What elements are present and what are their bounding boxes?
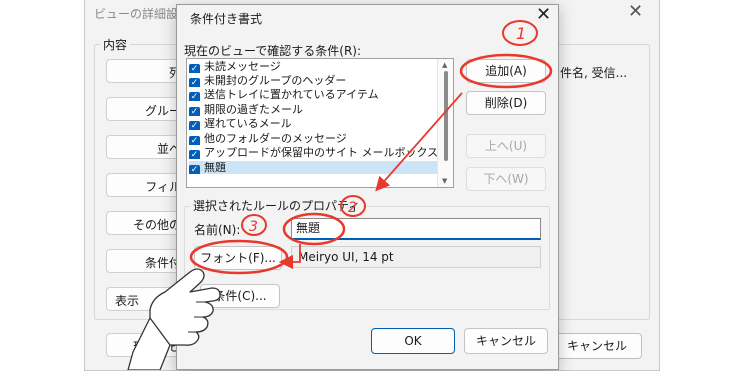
- scroll-thumb[interactable]: [444, 71, 448, 161]
- checkbox-checked-icon[interactable]: ✓: [189, 107, 200, 116]
- checkbox-checked-icon[interactable]: ✓: [189, 121, 200, 130]
- name-label: 名前(N):: [194, 223, 241, 237]
- delete-button[interactable]: 削除(D): [466, 91, 546, 115]
- conditions-list[interactable]: ✓ 未読メッセージ ✓ 未開封のグループのヘッダー ✓ 送信トレイに置かれているアイテ…: [186, 58, 454, 188]
- conditions-list-label: 現在のビューで確認する条件(R):: [184, 44, 362, 58]
- close-icon[interactable]: ✕: [536, 5, 551, 25]
- list-scrollbar[interactable]: ▲ ▼: [437, 59, 453, 187]
- checkbox-checked-icon[interactable]: ✓: [189, 64, 200, 73]
- ok-button[interactable]: OK: [371, 328, 455, 354]
- checkbox-checked-icon[interactable]: ✓: [189, 150, 200, 159]
- list-item[interactable]: ✓ 遅れているメール: [189, 117, 439, 130]
- condition-button[interactable]: 条件(C)...: [200, 284, 280, 308]
- background-field-summary: 件名, 受信...: [560, 66, 628, 80]
- background-cancel-button[interactable]: キャンセル: [552, 333, 642, 359]
- move-down-button[interactable]: 下へ(W): [466, 167, 546, 191]
- checkbox-checked-icon[interactable]: ✓: [189, 165, 200, 174]
- dialog-title: 条件付き書式: [190, 12, 263, 26]
- name-field[interactable]: 無題: [291, 218, 541, 240]
- font-value-display: Meiryo UI, 14 pt: [291, 246, 541, 268]
- add-button[interactable]: 追加(A): [466, 59, 546, 83]
- move-up-button[interactable]: 上へ(U): [466, 134, 546, 158]
- scroll-down-icon[interactable]: ▼: [442, 177, 447, 185]
- list-item[interactable]: ✓ 未読メッセージ: [189, 60, 439, 73]
- background-close-icon[interactable]: ✕: [628, 2, 643, 22]
- scroll-up-icon[interactable]: ▲: [442, 61, 447, 69]
- background-group-label: 内容: [100, 36, 131, 53]
- checkbox-checked-icon[interactable]: ✓: [189, 92, 200, 101]
- font-button[interactable]: フォント(F)...: [194, 246, 282, 270]
- rule-properties-label: 選択されたルールのプロパティ: [190, 197, 364, 214]
- list-item[interactable]: ✓ 期限の過ぎたメール: [189, 103, 439, 116]
- list-item[interactable]: ✓ 送信トレイに置かれているアイテム: [189, 88, 439, 101]
- list-item-selected[interactable]: ✓ 無題: [189, 161, 439, 174]
- cancel-button[interactable]: キャンセル: [464, 328, 548, 354]
- checkbox-checked-icon[interactable]: ✓: [189, 78, 200, 87]
- list-item[interactable]: ✓ 未開封のグループのヘッダー: [189, 74, 439, 87]
- checkbox-checked-icon[interactable]: ✓: [189, 136, 200, 145]
- list-item[interactable]: ✓アップロードが保留中のサイト メールボックスのドキュ: [189, 146, 439, 159]
- list-item[interactable]: ✓ 他のフォルダーのメッセージ: [189, 132, 439, 145]
